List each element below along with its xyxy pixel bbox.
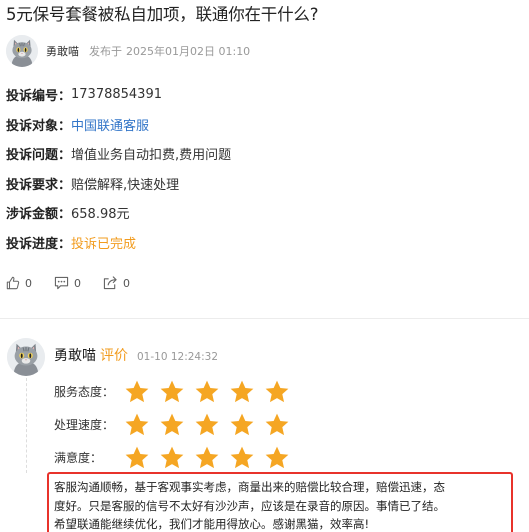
timeline-line	[26, 378, 27, 473]
complaint-amount-value: 658.98元	[71, 207, 130, 223]
post-title: 5元保号套餐被私自加项，联通你在干什么?	[6, 5, 319, 24]
rating-label: 处理速度：	[54, 418, 115, 432]
star-rating	[124, 379, 299, 405]
review-text-line: 度好。只是客服的信号不太好有沙沙声，应该是在录音的原因。事情已了结。	[54, 498, 445, 513]
star-icon	[159, 445, 185, 471]
rating-processing-speed: 处理速度：	[54, 408, 299, 441]
like-count: 0	[25, 276, 32, 290]
complaint-target-link[interactable]: 中国联通客服	[71, 115, 149, 134]
info-label: 投诉问题：	[6, 148, 72, 164]
star-icon	[194, 445, 220, 471]
like-button[interactable]: 0	[6, 276, 32, 290]
star-icon	[124, 445, 150, 471]
complaint-target-row: 投诉对象： 中国联通客服	[6, 110, 231, 140]
rating-satisfaction: 满意度：	[54, 441, 299, 474]
complaint-id-value: 17378854391	[71, 87, 162, 103]
rating-service-attitude: 服务态度：	[54, 375, 299, 408]
author-name[interactable]: 勇敢喵	[46, 43, 79, 59]
share-button[interactable]: 0	[103, 276, 130, 290]
comment-button[interactable]: 0	[54, 276, 81, 290]
star-icon	[264, 445, 290, 471]
review-tag: 评价	[100, 348, 128, 364]
complaint-info-list: 投诉编号： 17378854391 投诉对象： 中国联通客服 投诉问题： 增值业…	[6, 80, 231, 257]
reviewer-avatar[interactable]	[7, 338, 45, 376]
star-icon	[159, 412, 185, 438]
reviewer-name[interactable]: 勇敢喵	[54, 345, 96, 365]
rating-label: 服务态度：	[54, 385, 115, 399]
publish-info: 发布于 2025年01月02日 01:10	[89, 43, 250, 59]
complaint-issue-value: 增值业务自动扣费,费用问题	[71, 148, 232, 164]
author-row: 勇敢喵 发布于 2025年01月02日 01:10	[6, 34, 250, 68]
complaint-request-row: 投诉要求： 赔偿解释,快速处理	[6, 169, 231, 199]
star-icon	[264, 379, 290, 405]
star-icon	[229, 445, 255, 471]
thumbs-up-icon	[6, 276, 20, 290]
author-avatar[interactable]	[6, 35, 38, 67]
info-label: 投诉编号：	[6, 89, 72, 105]
review-text-line: 希望联通能继续优化，我们才能用得放心。感谢黑猫，效率高!	[54, 517, 370, 531]
star-icon	[229, 379, 255, 405]
star-rating	[124, 445, 299, 471]
publish-date: 2025年01月02日 01:10	[126, 45, 251, 58]
comment-count: 0	[74, 276, 81, 290]
review-text-line: 客服沟通顺畅，基于客观事实考虑，商量出来的赔偿比较合理，赔偿迅速，态	[54, 480, 445, 494]
star-icon	[194, 379, 220, 405]
complaint-request-value: 赔偿解释,快速处理	[71, 177, 180, 193]
info-label: 投诉进度：	[6, 236, 72, 252]
star-icon	[194, 412, 220, 438]
share-icon	[103, 276, 117, 290]
post-actions: 0 0 0	[6, 276, 152, 290]
star-icon	[124, 379, 150, 405]
star-icon	[229, 412, 255, 438]
review-ratings: 服务态度： 处理速度： 满意度：	[54, 375, 299, 474]
complaint-progress-status: 投诉已完成	[71, 236, 137, 252]
review-header: 勇敢喵 评价 01-10 12:24:32	[54, 345, 218, 365]
complaint-progress-row: 投诉进度： 投诉已完成	[6, 228, 231, 258]
complaint-id-row: 投诉编号： 17378854391	[6, 80, 231, 110]
info-label: 投诉要求：	[6, 177, 72, 193]
comment-icon	[54, 276, 69, 290]
complaint-amount-row: 涉诉金额： 658.98元	[6, 198, 231, 228]
share-count: 0	[123, 276, 130, 290]
publish-prefix: 发布于	[89, 45, 122, 58]
review-content-highlight: 客服沟通顺畅，基于客观事实考虑，商量出来的赔偿比较合理，赔偿迅速，态 度好。只是…	[47, 472, 513, 532]
info-label: 投诉对象：	[6, 118, 72, 134]
section-divider	[0, 318, 529, 319]
star-icon	[159, 379, 185, 405]
complaint-issue-row: 投诉问题： 增值业务自动扣费,费用问题	[6, 139, 231, 169]
info-label: 涉诉金额：	[6, 207, 72, 223]
rating-label: 满意度：	[54, 451, 103, 465]
review-time: 01-10 12:24:32	[137, 351, 219, 363]
star-icon	[124, 412, 150, 438]
star-icon	[264, 412, 290, 438]
star-rating	[124, 412, 299, 438]
